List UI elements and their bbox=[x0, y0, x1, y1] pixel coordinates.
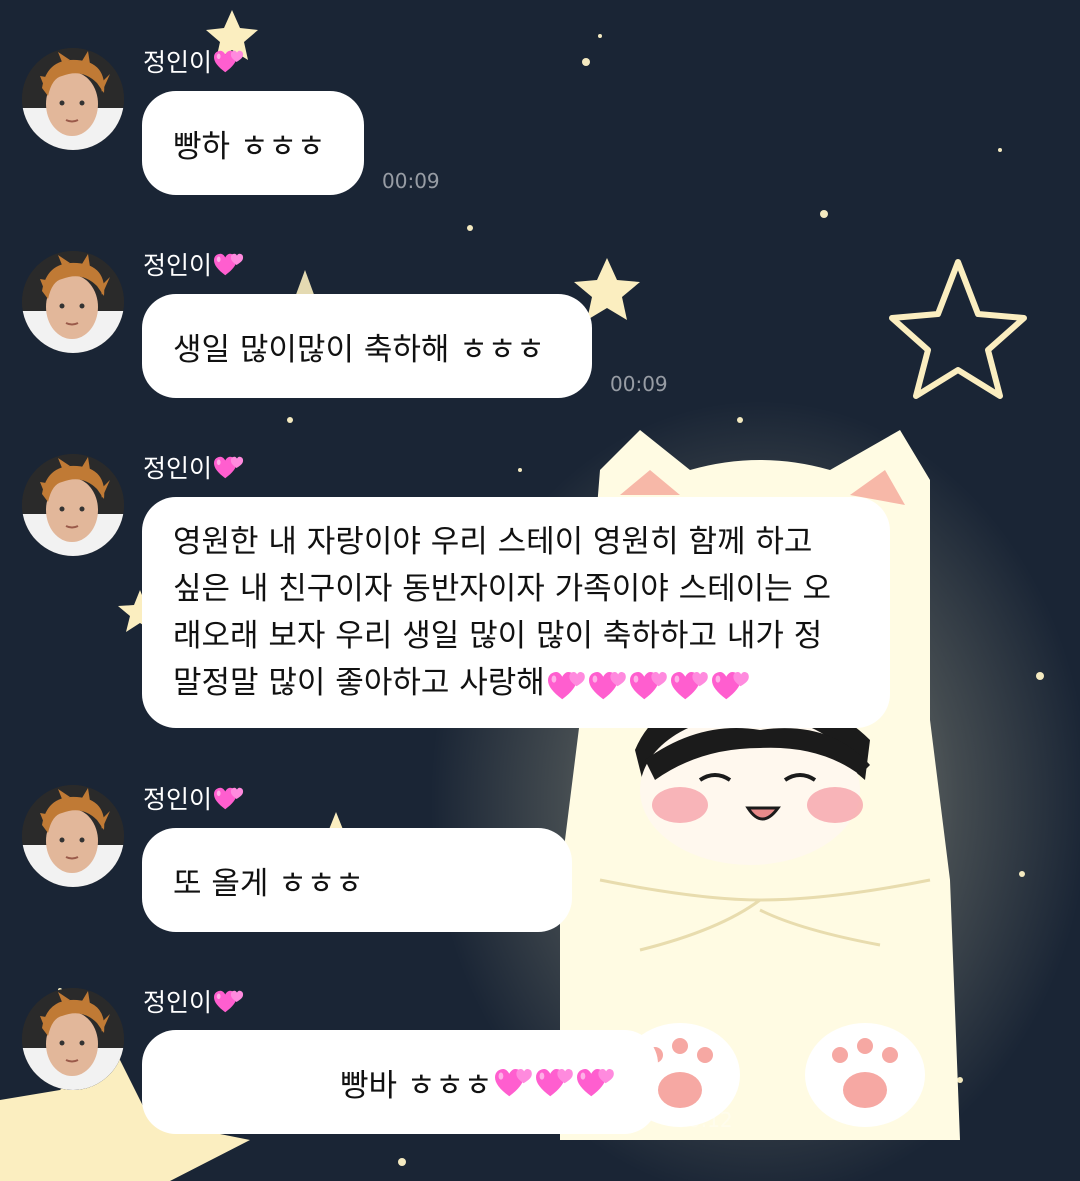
two-hearts-icon bbox=[214, 453, 244, 481]
two-hearts-icon bbox=[630, 668, 668, 702]
message-bubble[interactable]: 영원한 내 자랑이야 우리 스테이 영원히 함께 하고 싶은 내 친구이자 동반… bbox=[142, 497, 890, 728]
two-hearts-icon bbox=[712, 668, 750, 702]
avatar-image bbox=[22, 785, 124, 887]
message-bubble[interactable]: 또 올게 ㅎㅎㅎ bbox=[142, 828, 572, 932]
sender-name-text: 정인이 bbox=[143, 785, 213, 814]
message-text: 빵하 ㅎㅎㅎ bbox=[173, 128, 326, 165]
two-hearts-icon bbox=[548, 668, 586, 702]
message-text-line: 싶은 내 친구이자 동반자이자 가족이야 스테이는 오 bbox=[173, 571, 832, 607]
two-hearts-icon bbox=[671, 668, 709, 702]
two-hearts-icon bbox=[589, 668, 627, 702]
message-text-line: 영원한 내 자랑이야 우리 스테이 영원히 함께 하고 bbox=[173, 524, 813, 560]
sender-name: 정인이 bbox=[143, 781, 244, 815]
sender-name-text: 정인이 bbox=[143, 251, 213, 280]
avatar-image bbox=[22, 251, 124, 353]
message-bubble[interactable]: 빵하 ㅎㅎㅎ bbox=[142, 91, 364, 195]
message-bubble[interactable]: 빵바 ㅎㅎㅎ bbox=[142, 1030, 658, 1134]
sender-name-text: 정인이 bbox=[143, 988, 213, 1017]
avatar[interactable] bbox=[22, 785, 124, 887]
message-text-line: 말정말 많이 좋아하고 사랑해 bbox=[173, 660, 880, 707]
avatar-image bbox=[22, 988, 124, 1090]
avatar-image bbox=[22, 454, 124, 556]
sender-name: 정인이 bbox=[143, 44, 244, 78]
two-hearts-icon bbox=[214, 250, 244, 278]
message-timestamp: 00:09 bbox=[382, 169, 440, 193]
sender-name: 정인이 bbox=[143, 450, 244, 484]
sender-name: 정인이 bbox=[143, 247, 244, 281]
two-hearts-icon bbox=[536, 1065, 574, 1099]
two-hearts-icon bbox=[577, 1065, 615, 1099]
two-hearts-icon bbox=[214, 987, 244, 1015]
two-hearts-icon bbox=[495, 1065, 533, 1099]
message-timestamp: 00:12 bbox=[675, 1108, 733, 1132]
message-text: 생일 많이많이 축하해 ㅎㅎㅎ bbox=[173, 331, 545, 368]
message-text: 빵바 ㅎㅎㅎ bbox=[340, 1067, 493, 1104]
avatar[interactable] bbox=[22, 988, 124, 1090]
avatar[interactable] bbox=[22, 251, 124, 353]
two-hearts-emoji-row bbox=[492, 1065, 615, 1099]
message-timestamp: 00:09 bbox=[610, 372, 668, 396]
message-bubble[interactable]: 생일 많이많이 축하해 ㅎㅎㅎ bbox=[142, 294, 592, 398]
avatar[interactable] bbox=[22, 48, 124, 150]
two-hearts-icon bbox=[214, 47, 244, 75]
two-hearts-emoji-row bbox=[545, 668, 750, 702]
avatar-image bbox=[22, 48, 124, 150]
avatar[interactable] bbox=[22, 454, 124, 556]
sender-name-text: 정인이 bbox=[143, 454, 213, 483]
message-text: 또 올게 ㅎㅎㅎ bbox=[173, 865, 364, 902]
message-text-line: 말정말 많이 좋아하고 사랑해 bbox=[173, 665, 545, 701]
sender-name-text: 정인이 bbox=[143, 48, 213, 77]
two-hearts-icon bbox=[214, 784, 244, 812]
sender-name: 정인이 bbox=[143, 984, 244, 1018]
message-text-line: 래오래 보자 우리 생일 많이 많이 축하하고 내가 정 bbox=[173, 618, 823, 654]
